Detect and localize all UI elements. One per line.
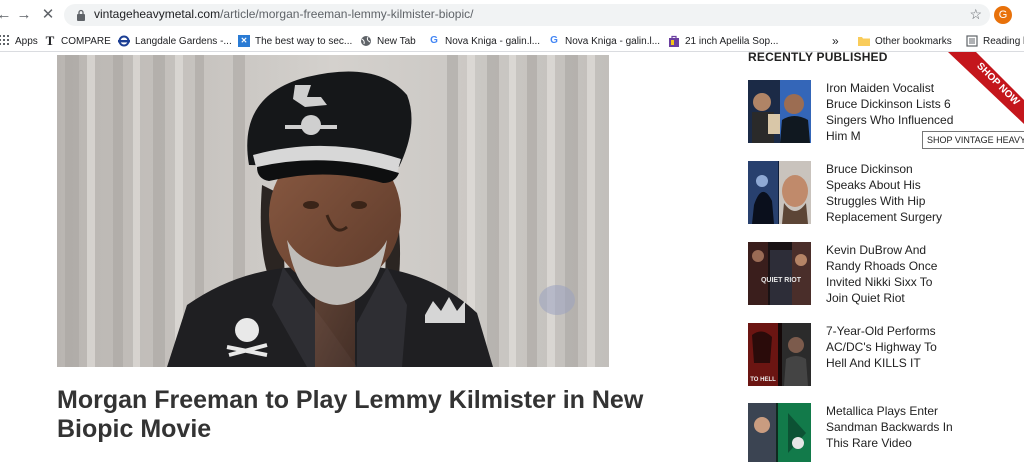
bookmark-label: Nova Kniga - galin.l... (445, 35, 541, 47)
recent-article-title: Bruce Dickinson Speaks About His Struggl… (826, 162, 943, 224)
bookmark-label: The best way to sec... (255, 35, 353, 47)
recent-article-item[interactable]: Metallica Plays Enter Sandman Backwards … (748, 403, 1024, 462)
bookmark-nova-kniga-1[interactable]: G Nova Kniga - galin.l... (428, 34, 540, 48)
bookmark-label: New Tab (377, 35, 416, 47)
recent-article-thumbnail (748, 403, 811, 462)
lock-icon (77, 9, 85, 21)
bookmark-label: COMPARE (61, 35, 111, 47)
bookmark-label: Reading l (983, 35, 1024, 47)
recent-article-thumbnail: QUIET RIOT (748, 242, 811, 305)
bookmark-nova-kniga-2[interactable]: G Nova Kniga - galin.l... (548, 34, 660, 48)
recent-article-title: Metallica Plays Enter Sandman Backwards … (826, 404, 953, 450)
shop-tooltip: SHOP VINTAGE HEAVY (922, 131, 1024, 149)
recent-article-thumbnail: TO HELL (748, 323, 811, 386)
bookmark-langdale[interactable]: Langdale Gardens -... (118, 34, 232, 48)
thumbnail-album-text: QUIET RIOT (761, 277, 802, 284)
bookmark-label: Apps (15, 35, 38, 47)
recent-article-thumbnail (748, 80, 811, 143)
apps-grid-icon (0, 35, 10, 47)
telegraph-t-icon: T (45, 33, 55, 48)
url-host: vintageheavymetal.com (94, 7, 221, 21)
bookmarks-bar: Apps T COMPARE Langdale Gardens -... ✕ T… (0, 30, 1024, 52)
bookmark-apelila[interactable]: 21 inch Apelila Sop... (668, 34, 778, 48)
overflow-label: » (832, 34, 839, 48)
recent-article-item[interactable]: QUIET RIOT Kevin DuBrow And Randy Rhoads… (748, 242, 1024, 306)
article-title: Morgan Freeman to Play Lemmy Kilmister i… (57, 386, 644, 443)
google-g-icon: G (550, 35, 558, 46)
bookmark-label: Langdale Gardens -... (135, 35, 232, 47)
bookmark-label: Other bookmarks (875, 35, 952, 47)
recent-article-title: 7-Year-Old Performs AC/DC's Highway To H… (826, 324, 937, 370)
forward-icon[interactable]: → (14, 5, 34, 25)
google-g-icon: G (430, 35, 438, 46)
recent-article-thumbnail (748, 161, 811, 224)
bookmark-star-icon[interactable]: ☆ (969, 6, 982, 23)
bookmark-apps[interactable]: Apps (0, 34, 38, 48)
recent-article-item[interactable]: TO HELL 7-Year-Old Performs AC/DC's High… (748, 323, 1024, 387)
shopping-bag-icon (668, 35, 680, 47)
folder-icon (858, 35, 870, 47)
tfl-roundel-icon (118, 35, 130, 47)
bookmark-other[interactable]: Other bookmarks (858, 34, 952, 48)
bookmark-label: 21 inch Apelila Sop... (685, 35, 779, 47)
bookmark-best-way[interactable]: ✕ The best way to sec... (238, 34, 352, 48)
reading-list-icon (966, 35, 978, 47)
bookmark-compare[interactable]: T COMPARE (44, 34, 111, 48)
recent-article-item[interactable]: Bruce Dickinson Speaks About His Struggl… (748, 161, 1024, 225)
stop-loading-icon[interactable]: ✕ (38, 5, 58, 25)
address-bar[interactable]: vintageheavymetal.com/article/morgan-fre… (64, 4, 990, 26)
bookmark-label: Nova Kniga - galin.l... (565, 35, 661, 47)
bookmark-new-tab[interactable]: New Tab (360, 34, 416, 48)
article-hero-image (57, 55, 609, 367)
reading-list-button[interactable]: Reading l (966, 34, 1024, 48)
globe-icon (360, 35, 372, 47)
profile-avatar[interactable]: G (994, 6, 1012, 24)
recent-article-title: Kevin DuBrow And Randy Rhoads Once Invit… (826, 243, 938, 305)
recently-published-heading: RECENTLY PUBLISHED (748, 50, 888, 64)
thumbnail-album-text: TO HELL (750, 377, 776, 383)
url-path: /article/morgan-freeman-lemmy-kilmister-… (220, 7, 474, 21)
site-x-icon: ✕ (238, 35, 250, 47)
back-icon[interactable]: ← (0, 5, 14, 25)
bookmarks-overflow-chevron[interactable]: » (832, 34, 839, 48)
url-text: vintageheavymetal.com/article/morgan-fre… (94, 7, 473, 21)
browser-toolbar: ← → ✕ vintageheavymetal.com/article/morg… (0, 0, 1024, 30)
